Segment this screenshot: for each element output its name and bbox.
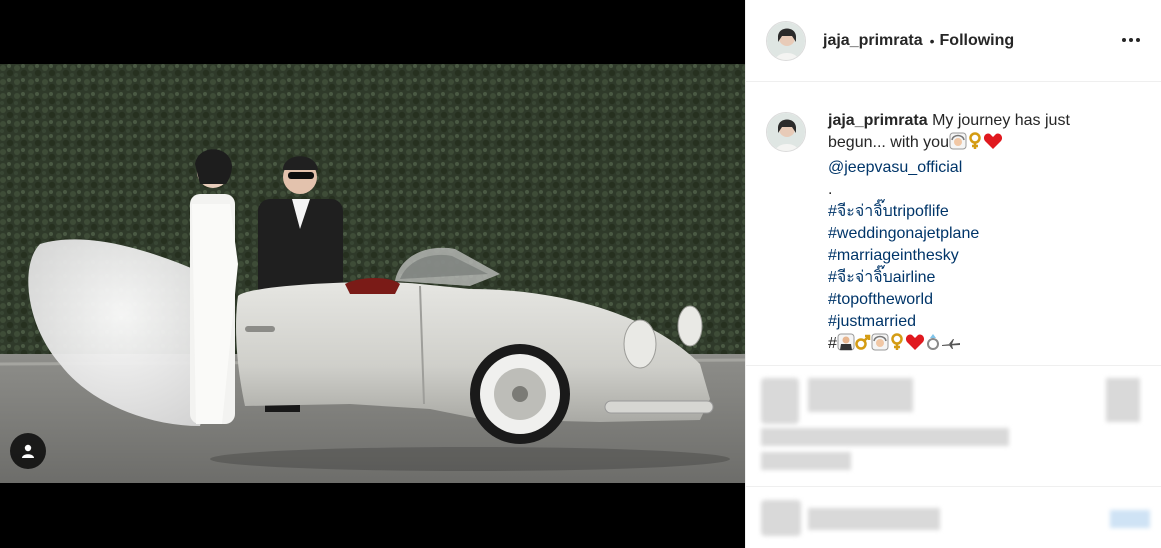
caption-username[interactable]: jaja_primrata	[828, 112, 928, 129]
blurred-post-button	[1110, 510, 1150, 528]
heart-emoji-icon	[983, 132, 1003, 157]
hashtag-link[interactable]: #marriageinthesky	[828, 245, 1128, 267]
avatar-image	[767, 113, 805, 151]
female-sign-emoji-icon	[967, 132, 983, 157]
post-sidebar: jaja_primrata • Following jaja_primrata …	[745, 0, 1161, 548]
post-caption: jaja_primrata My journey has just begun.…	[766, 110, 1146, 358]
heart-emoji-icon	[905, 333, 925, 358]
author-username[interactable]: jaja_primrata	[823, 32, 923, 50]
caption-emoji-line: #	[828, 333, 1128, 358]
bride-emoji-icon	[949, 132, 967, 157]
caption-author-avatar[interactable]	[766, 112, 806, 152]
user-tag-icon	[22, 444, 34, 458]
blurred-comment	[761, 428, 1009, 446]
header-separator: •	[929, 32, 935, 49]
blurred-comment	[761, 452, 851, 470]
blurred-avatar	[761, 378, 799, 424]
man-in-tuxedo-emoji-icon	[837, 333, 855, 358]
bride-emoji-icon	[871, 333, 889, 358]
tagged-users-button[interactable]	[10, 433, 46, 469]
more-options-button[interactable]	[1119, 28, 1143, 52]
male-sign-emoji-icon	[855, 333, 871, 358]
airplane-emoji-icon	[941, 336, 961, 358]
more-horizontal-icon	[1122, 38, 1140, 42]
hashtag-link[interactable]: #จีะจ่าจิ๊บtripoflife	[828, 201, 1128, 223]
author-avatar[interactable]	[766, 20, 806, 61]
post-header: jaja_primrata • Following	[746, 0, 1161, 82]
hashtag-link[interactable]: #topoftheworld	[828, 289, 1128, 311]
avatar-image	[767, 21, 805, 60]
hashtag-link[interactable]: #weddingonajetplane	[828, 223, 1128, 245]
hashtag-link[interactable]: #justmarried	[828, 311, 1128, 333]
female-sign-emoji-icon	[889, 333, 905, 358]
blurred-comment	[1106, 378, 1140, 422]
caption-body: jaja_primrata My journey has just begun.…	[828, 110, 1128, 358]
comments-divider	[746, 365, 1161, 366]
hashtag-link[interactable]: #จีะจ่าจิ๊บairline	[828, 267, 1128, 289]
post-media	[0, 0, 745, 548]
ring-emoji-icon	[925, 333, 941, 358]
blurred-comment	[808, 508, 940, 530]
caption-mention[interactable]: @jeepvasu_official	[828, 157, 1128, 179]
following-button[interactable]: Following	[940, 32, 1015, 50]
blurred-comment	[808, 378, 913, 412]
blurred-avatar	[761, 500, 801, 536]
post-photo[interactable]	[0, 64, 745, 483]
actions-divider	[746, 486, 1161, 487]
caption-dot: .	[828, 181, 833, 198]
caption-hash-prefix: #	[828, 335, 837, 352]
